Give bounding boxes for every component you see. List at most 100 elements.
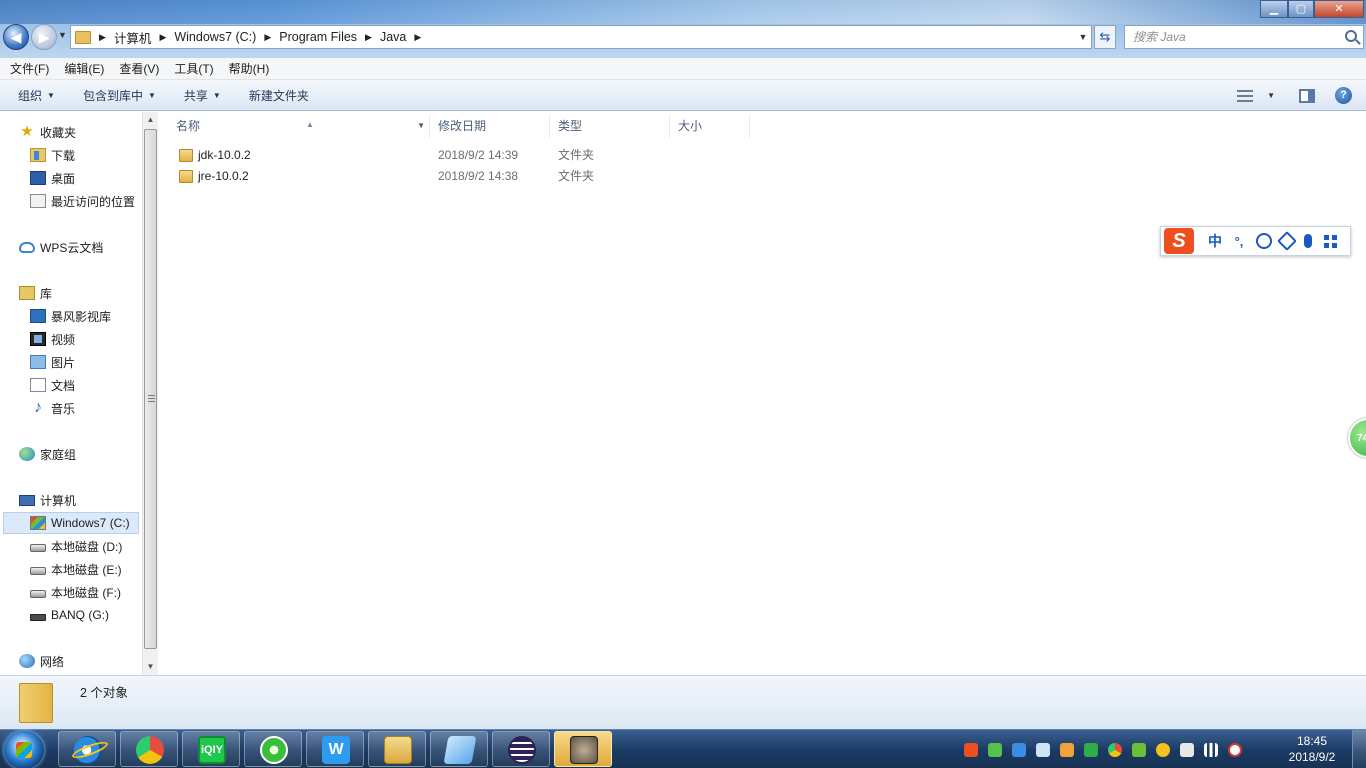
maximize-button[interactable]: ▢ <box>1288 0 1314 18</box>
column-header-size[interactable]: 大小 <box>670 114 750 138</box>
menu-file[interactable]: 文件(F) <box>10 60 49 77</box>
breadcrumb-arrow-icon[interactable]: ▶ <box>99 32 106 43</box>
nav-desktop[interactable]: 桌面 <box>30 167 75 189</box>
address-bar[interactable]: ▶ 计算机 ▶ Windows7 (C:) ▶ Program Files ▶ … <box>70 25 1092 49</box>
scroll-thumb[interactable] <box>144 129 157 649</box>
nav-videos[interactable]: 视频 <box>30 328 75 350</box>
menu-tools[interactable]: 工具(T) <box>174 60 213 77</box>
start-button[interactable] <box>4 731 44 768</box>
search-icon[interactable] <box>1345 30 1357 42</box>
breadcrumb-program-files[interactable]: Program Files <box>279 30 357 44</box>
sogou-tray-icon[interactable] <box>964 742 978 757</box>
grid-app-icon[interactable] <box>1012 742 1026 757</box>
browser-tray-icon[interactable] <box>1108 742 1122 757</box>
column-header-name[interactable]: 名称 ▲ ▼ <box>168 114 430 138</box>
ime-punctuation[interactable]: °, <box>1232 234 1246 249</box>
view-options-icon[interactable] <box>1237 89 1254 102</box>
menu-help[interactable]: 帮助(H) <box>229 60 270 77</box>
nav-drive-c[interactable]: Windows7 (C:) <box>3 512 139 534</box>
address-dropdown-icon[interactable]: ▼ <box>1075 32 1091 42</box>
video-icon <box>30 332 46 346</box>
close-button[interactable]: ✕ <box>1314 0 1364 18</box>
volume-muted-icon[interactable] <box>1228 742 1242 757</box>
new-folder-button[interactable]: 新建文件夹 <box>249 87 309 104</box>
recent-pages-dropdown[interactable]: ▼ <box>58 30 67 40</box>
file-row[interactable]: jdk-10.0.2 2018/9/2 14:39 文件夹 <box>158 145 758 166</box>
nav-pictures[interactable]: 图片 <box>30 351 75 373</box>
help-icon[interactable]: ? <box>1335 87 1352 104</box>
minimize-button[interactable]: ▁ <box>1260 0 1288 18</box>
nav-downloads[interactable]: 下载 <box>30 144 75 166</box>
taskbar-active-window[interactable] <box>554 731 612 767</box>
nav-documents[interactable]: 文档 <box>30 374 75 396</box>
column-header-date[interactable]: 修改日期 <box>430 114 550 138</box>
cloud-sync-icon[interactable] <box>1036 742 1050 757</box>
toolbox-grid-icon[interactable] <box>1324 234 1337 248</box>
search-input[interactable]: 搜索 Java <box>1124 25 1364 49</box>
back-button[interactable]: ◀ <box>3 24 29 50</box>
wps-icon: W <box>322 736 350 764</box>
sogou-logo-icon[interactable]: S <box>1164 228 1194 254</box>
breadcrumb-computer[interactable]: 计算机 <box>114 28 152 47</box>
taskbar-ie[interactable] <box>58 731 116 767</box>
scroll-down-icon[interactable]: ▼ <box>143 659 158 675</box>
taskbar-iqiyi[interactable]: iQIY <box>182 731 240 767</box>
breadcrumb-arrow-icon[interactable]: ▶ <box>159 32 166 43</box>
shield-icon[interactable] <box>1084 742 1098 757</box>
nav-network[interactable]: 网络 <box>19 650 64 672</box>
share-button[interactable]: 共享 ▼ <box>184 87 221 104</box>
qq-icon[interactable] <box>1060 742 1074 757</box>
taskbar-wps[interactable]: W <box>306 731 364 767</box>
nav-libraries[interactable]: 库 <box>19 282 52 304</box>
taskbar-browser[interactable] <box>120 731 178 767</box>
navigation-scrollbar[interactable]: ▲ ▼ <box>142 112 158 675</box>
taskbar-eclipse[interactable] <box>492 731 550 767</box>
nav-drive-f[interactable]: 本地磁盘 (F:) <box>30 581 121 603</box>
file-row[interactable]: jre-10.0.2 2018/9/2 14:38 文件夹 <box>158 166 758 187</box>
taskbar-tool[interactable] <box>430 731 488 767</box>
show-desktop-button[interactable] <box>1352 730 1366 768</box>
view-dropdown-icon[interactable]: ▼ <box>1267 91 1275 100</box>
refresh-button[interactable]: ⇆ <box>1094 25 1116 49</box>
signal-icon[interactable] <box>1204 742 1218 757</box>
pen-icon[interactable] <box>1277 231 1297 251</box>
floating-badge-value: 74 <box>1357 433 1366 444</box>
forward-button[interactable]: ▶ <box>31 24 57 50</box>
plus-icon[interactable] <box>1156 742 1170 757</box>
taskbar-sync-app[interactable] <box>244 731 302 767</box>
device-icon[interactable] <box>1180 742 1194 757</box>
nav-favorites[interactable]: ★ 收藏夹 <box>19 121 76 143</box>
ime-chinese-mode[interactable]: 中 <box>1208 231 1222 251</box>
breadcrumb-arrow-icon[interactable]: ▶ <box>264 32 271 43</box>
nav-label: 文档 <box>51 378 76 393</box>
nav-drive-g[interactable]: BANQ (G:) <box>30 604 109 626</box>
scroll-up-icon[interactable]: ▲ <box>143 112 158 128</box>
microphone-icon[interactable] <box>1304 234 1312 248</box>
nav-computer[interactable]: 计算机 <box>19 489 76 511</box>
nav-drive-e[interactable]: 本地磁盘 (E:) <box>30 558 122 580</box>
nav-music[interactable]: ♪ 音乐 <box>30 397 75 419</box>
include-in-library-button[interactable]: 包含到库中 ▼ <box>83 87 156 104</box>
nav-wps-cloud[interactable]: WPS云文档 <box>19 236 103 258</box>
taskbar-explorer[interactable] <box>368 731 426 767</box>
battery-icon[interactable] <box>988 742 1002 757</box>
nav-label: 下载 <box>51 148 76 163</box>
nav-recent-places[interactable]: 最近访问的位置 <box>30 190 135 212</box>
organize-button[interactable]: 组织 ▼ <box>18 87 55 104</box>
menu-edit[interactable]: 编辑(E) <box>64 60 104 77</box>
preview-pane-icon[interactable] <box>1299 88 1315 103</box>
clock[interactable]: 18:45 2018/9/2 <box>1280 733 1344 765</box>
menu-view[interactable]: 查看(V) <box>119 60 159 77</box>
breadcrumb-arrow-icon[interactable]: ▶ <box>414 32 421 43</box>
column-filter-icon[interactable]: ▼ <box>417 114 425 138</box>
breadcrumb-drive-c[interactable]: Windows7 (C:) <box>174 30 256 44</box>
nav-baofeng-library[interactable]: 暴风影视库 <box>30 305 111 327</box>
column-header-type[interactable]: 类型 <box>550 114 670 138</box>
nav-label: 音乐 <box>51 401 76 416</box>
nav-drive-d[interactable]: 本地磁盘 (D:) <box>30 535 122 557</box>
breadcrumb-java[interactable]: Java <box>380 30 406 44</box>
breadcrumb-arrow-icon[interactable]: ▶ <box>365 32 372 43</box>
nav-homegroup[interactable]: 家庭组 <box>19 443 76 465</box>
emoji-icon[interactable] <box>1256 233 1272 249</box>
network-status-icon[interactable] <box>1132 742 1146 757</box>
